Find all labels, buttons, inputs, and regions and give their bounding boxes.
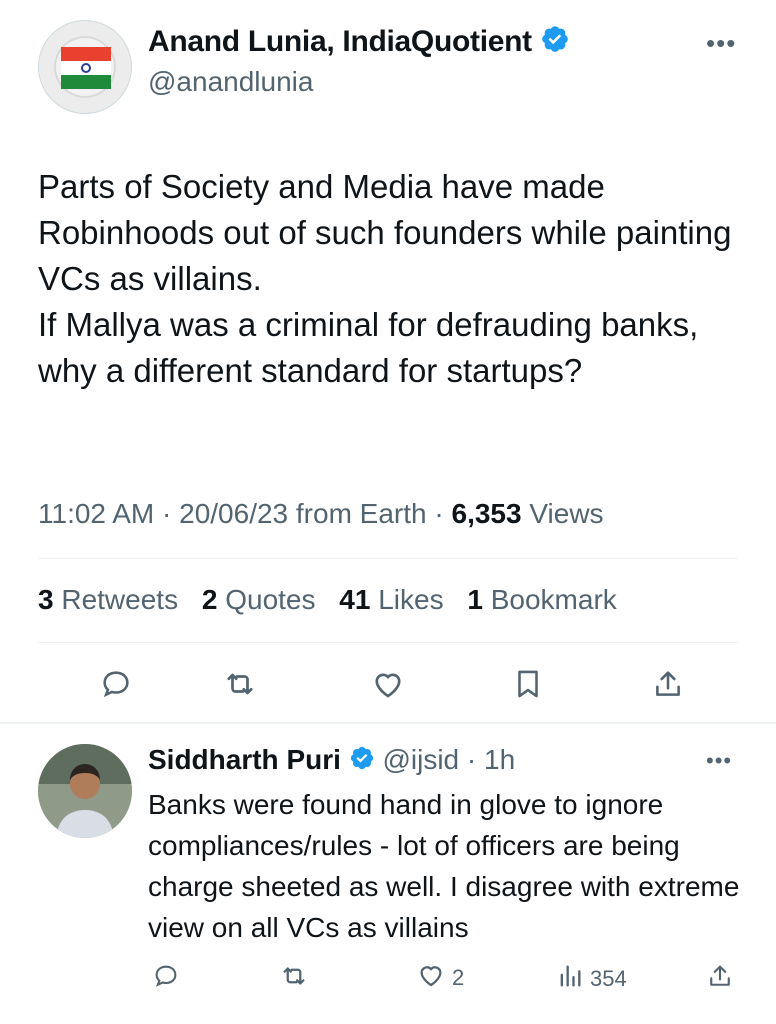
share-icon[interactable] [646,662,690,706]
reply-author-name[interactable]: Siddharth Puri [148,744,341,775]
tweet-time[interactable]: 11:02 AM [38,498,154,529]
divider [38,642,738,643]
reply-text: Banks were found hand in glove to ignore… [148,789,740,943]
verified-badge-icon [349,745,375,778]
thread-divider [0,722,776,724]
reply-like-count: 2 [452,964,465,990]
reply-reply-icon[interactable] [148,958,184,994]
reply-author-avatar[interactable] [38,744,132,838]
reply-like-icon [416,960,446,995]
bookmark-icon[interactable] [506,662,550,706]
author-name-row[interactable]: Anand Lunia, IndiaQuotient [148,24,570,62]
retweet-icon[interactable] [218,662,262,706]
reply-author-handle[interactable]: @ijsid [382,744,459,775]
bookmarks-stat[interactable]: 1 Bookmark [467,584,616,615]
more-options-icon[interactable]: ••• [706,28,736,59]
avatar-flag-image [61,47,111,89]
reply-action-bar: 2 354 [148,958,738,998]
reply-share-icon[interactable] [702,958,738,994]
views-label: Views [529,498,604,529]
like-icon[interactable] [366,662,410,706]
author-handle[interactable]: @anandlunia [148,66,313,98]
reply-views-button[interactable]: 354 [556,962,627,995]
reply-retweet-icon[interactable] [276,958,312,994]
divider [38,558,738,559]
tweet-source: from Earth [295,498,427,529]
reply-like-button[interactable]: 2 [416,960,464,995]
views-count: 6,353 [451,498,522,529]
tweet-text: Parts of Society and Media have made Rob… [38,168,732,389]
author-avatar[interactable] [38,20,132,114]
author-name[interactable]: Anand Lunia, IndiaQuotient [148,25,532,58]
reply-author-row: Siddharth Puri @ijsid · 1h [148,744,515,778]
tweet-stats: 3 Retweets 2 Quotes 41 Likes 1 Bookmark [38,584,617,616]
reply-views-count: 354 [590,965,627,991]
reply-avatar-image [38,744,132,838]
retweets-stat[interactable]: 3 Retweets [38,584,178,615]
reply-more-options-icon[interactable]: ••• [706,748,732,774]
likes-stat[interactable]: 41 Likes [339,584,443,615]
reply-views-icon [556,962,584,995]
tweet-date[interactable]: 20/06/23 [179,498,288,529]
reply-icon[interactable] [94,662,138,706]
tweet-meta: 11:02 AM · 20/06/23 from Earth · 6,353 V… [38,498,604,529]
quotes-stat[interactable]: 2 Quotes [202,584,316,615]
reply-age[interactable]: 1h [484,744,515,775]
verified-badge-icon [540,24,570,62]
